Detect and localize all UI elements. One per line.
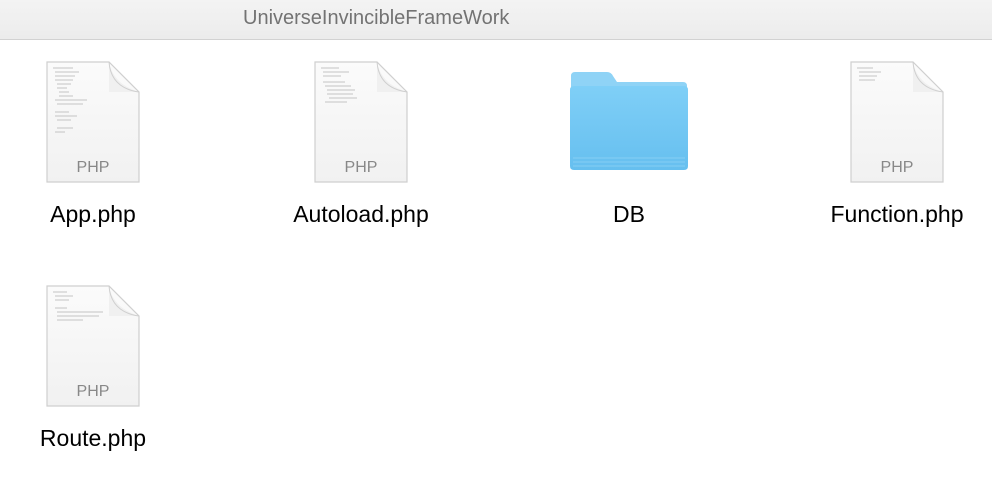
folder-name-label: DB — [613, 201, 645, 227]
file-type-label: PHP — [77, 383, 110, 400]
folder-item-db[interactable]: DB — [529, 58, 729, 258]
file-name-label: App.php — [50, 201, 136, 227]
php-file-icon: PHP — [43, 282, 143, 412]
folder-icon — [567, 58, 691, 188]
window-title: UniverseInvincibleFrameWork — [243, 7, 510, 29]
file-item-app-php[interactable]: PHP App.php — [0, 58, 193, 258]
file-name-label: Function.php — [830, 201, 964, 227]
file-type-label: PHP — [77, 159, 110, 176]
php-file-icon: PHP — [311, 58, 411, 188]
file-name-label: Route.php — [39, 425, 147, 451]
file-item-function-php[interactable]: PHP Function.php — [797, 58, 992, 258]
php-file-icon: PHP — [43, 58, 143, 188]
file-item-route-php[interactable]: PHP Route.php — [0, 282, 193, 482]
php-file-icon: PHP — [847, 58, 947, 188]
file-name-label: Autoload.php — [293, 201, 429, 227]
file-item-autoload-php[interactable]: PHP Autoload.php — [261, 58, 461, 258]
file-type-label: PHP — [881, 159, 914, 176]
window-titlebar[interactable]: UniverseInvincibleFrameWork — [0, 0, 992, 40]
file-type-label: PHP — [345, 159, 378, 176]
